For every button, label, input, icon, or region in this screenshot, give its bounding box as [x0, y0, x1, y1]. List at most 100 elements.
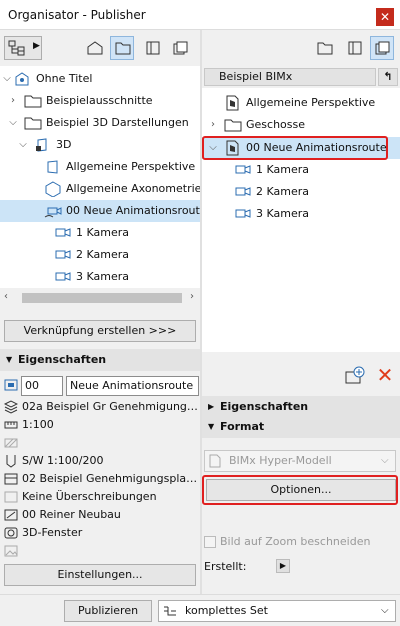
renovation-icon — [4, 509, 18, 521]
publisher-set-name: Beispiel BIMx — [219, 70, 293, 83]
perspective-doc-icon — [226, 95, 239, 111]
project-map-button[interactable] — [82, 36, 106, 60]
window-title: Organisator - Publisher — [8, 8, 146, 22]
right-properties-header[interactable]: ▶ Eigenschaften — [202, 396, 400, 418]
prop-graphic-override: Keine Überschreibungen — [0, 488, 200, 506]
layout-icon — [146, 41, 160, 55]
delete-button[interactable]: ✕ — [374, 364, 396, 386]
new-folder-icon — [345, 366, 365, 384]
right-publisher-sets-button[interactable] — [370, 36, 394, 60]
view-map-button[interactable] — [110, 36, 134, 60]
tree-list-icon — [164, 606, 176, 616]
settings-button[interactable]: Einstellungen... — [4, 564, 196, 586]
project-icon — [15, 72, 29, 86]
chevron-right-icon[interactable]: › — [8, 90, 18, 112]
created-expand-button[interactable]: ▶ — [276, 559, 290, 573]
collapse-arrow-icon: ▼ — [208, 422, 215, 431]
format-header[interactable]: ▼ Format — [202, 416, 400, 438]
right-item-kamera-2[interactable]: 2 Kamera — [202, 181, 400, 203]
prop-source-view: 02a Beispiel Gr Genehmigungspl... — [0, 398, 200, 416]
tree-item-label: 3D — [56, 138, 72, 151]
prop-scale: 1:100 — [0, 416, 200, 434]
tree-item-kamera-3[interactable]: 3 Kamera — [0, 266, 200, 288]
left-tree-panel: ⌵ Ohne Titel › Beispielausschnitte ⌵ Bei… — [0, 66, 207, 288]
override-icon — [4, 491, 18, 503]
prop-window-type: 3D-Fenster — [0, 524, 200, 542]
right-view-map-button[interactable] — [312, 36, 336, 60]
house-icon — [87, 41, 103, 55]
right-item-kamera-3[interactable]: 3 Kamera — [202, 203, 400, 225]
perspective-icon — [47, 160, 58, 174]
properties-header-label: Eigenschaften — [18, 353, 107, 366]
prop-pen-set: S/W 1:100/200 — [0, 452, 200, 470]
tree-item-3d[interactable]: ⌵ 3D — [0, 134, 200, 156]
highlight-box-options — [202, 475, 398, 505]
collapse-arrow-icon: ▼ — [6, 355, 13, 364]
title-bar: Organisator - Publisher ✕ — [0, 0, 400, 30]
camera-icon — [235, 209, 251, 218]
layout-book-button[interactable] — [140, 36, 164, 60]
bimx-icon — [209, 454, 221, 468]
camera-icon — [55, 228, 71, 237]
tree-item-label: Allgemeine Axonometrie — [66, 182, 202, 195]
delete-x-icon: ✕ — [376, 363, 394, 387]
tree-item-root[interactable]: ⌵ Ohne Titel — [0, 68, 200, 90]
close-icon: ✕ — [379, 10, 391, 24]
publisher-set-dropdown[interactable]: Beispiel BIMx — [204, 68, 376, 86]
tree-item-label: Ohne Titel — [36, 72, 93, 85]
scale-icon — [4, 421, 18, 429]
horizontal-scrollbar[interactable]: ‹ › — [0, 290, 200, 306]
right-item-perspektive[interactable]: Allgemeine Perspektive — [202, 92, 400, 114]
scrollbar-thumb[interactable] — [22, 293, 182, 303]
camera-icon — [55, 272, 71, 281]
new-item-button[interactable] — [344, 366, 366, 386]
right-item-kamera-1[interactable]: 1 Kamera — [202, 159, 400, 181]
prop-image — [0, 542, 200, 560]
up-level-button[interactable]: ↰ — [378, 68, 398, 86]
chevron-right-icon[interactable]: › — [208, 114, 218, 136]
chevron-down-icon[interactable]: ⌵ — [18, 134, 28, 156]
tree-item-animationsroute[interactable]: 00 Neue Animationsroute — [0, 200, 207, 222]
camera-icon — [235, 165, 251, 174]
tree-item-kamera-1[interactable]: 1 Kamera — [0, 222, 200, 244]
publish-button[interactable]: Publizieren — [64, 600, 152, 622]
prop-structure-display — [0, 434, 200, 452]
format-select[interactable]: BIMx Hyper-Modell ⌵ — [204, 450, 396, 472]
publisher-sets-button[interactable] — [168, 36, 192, 60]
chevron-down-icon[interactable]: ⌵ — [2, 68, 12, 90]
3d-view-icon — [36, 138, 47, 152]
folder-view-icon — [317, 42, 333, 55]
tree-item-beispiel-3d[interactable]: ⌵ Beispiel 3D Darstellungen — [0, 112, 200, 134]
chevron-down-icon[interactable]: ⌵ — [8, 112, 18, 134]
scroll-left-icon[interactable]: ‹ — [4, 291, 8, 302]
tree-item-axonometrie[interactable]: Allgemeine Axonometrie — [0, 178, 202, 200]
create-link-button[interactable]: Verknüpfung erstellen >>> — [4, 320, 196, 342]
folder-icon — [224, 119, 242, 132]
tree-item-perspektive[interactable]: Allgemeine Perspektive — [0, 156, 200, 178]
play-arrow-icon: ▶ — [279, 561, 287, 570]
id-field[interactable]: 00 — [21, 376, 63, 396]
tree-item-kamera-2[interactable]: 2 Kamera — [0, 244, 200, 266]
publisher-icon — [375, 41, 390, 55]
chevron-down-icon: ⌵ — [381, 605, 389, 616]
right-layout-book-button[interactable] — [342, 36, 366, 60]
name-field[interactable]: Neue Animationsroute — [66, 376, 199, 396]
created-label: Erstellt: — [204, 560, 247, 573]
scroll-right-icon[interactable]: › — [190, 291, 194, 302]
tree-item-label: Allgemeine Perspektive — [66, 160, 196, 173]
tree-item-beispielausschnitte[interactable]: › Beispielausschnitte — [0, 90, 200, 112]
pen-icon — [6, 455, 16, 468]
tree-item-label: 3 Kamera — [76, 270, 130, 283]
folder-view-icon — [115, 42, 131, 55]
tree-item-label: Beispiel 3D Darstellungen — [46, 116, 189, 129]
right-item-geschosse[interactable]: › Geschosse — [202, 114, 400, 136]
camera-path-icon — [44, 207, 62, 218]
image-icon — [4, 545, 18, 557]
zoom-crop-checkbox[interactable] — [204, 536, 216, 548]
properties-header[interactable]: ▼ Eigenschaften — [0, 349, 200, 371]
bottom-bar: Publizieren komplettes Set ⌵ — [0, 594, 400, 626]
close-button[interactable]: ✕ — [376, 8, 394, 26]
tree-view-button[interactable]: ▶ — [4, 36, 42, 60]
set-scope-select[interactable]: komplettes Set ⌵ — [158, 600, 396, 622]
zoom-crop-label: Bild auf Zoom beschneiden — [220, 535, 371, 548]
